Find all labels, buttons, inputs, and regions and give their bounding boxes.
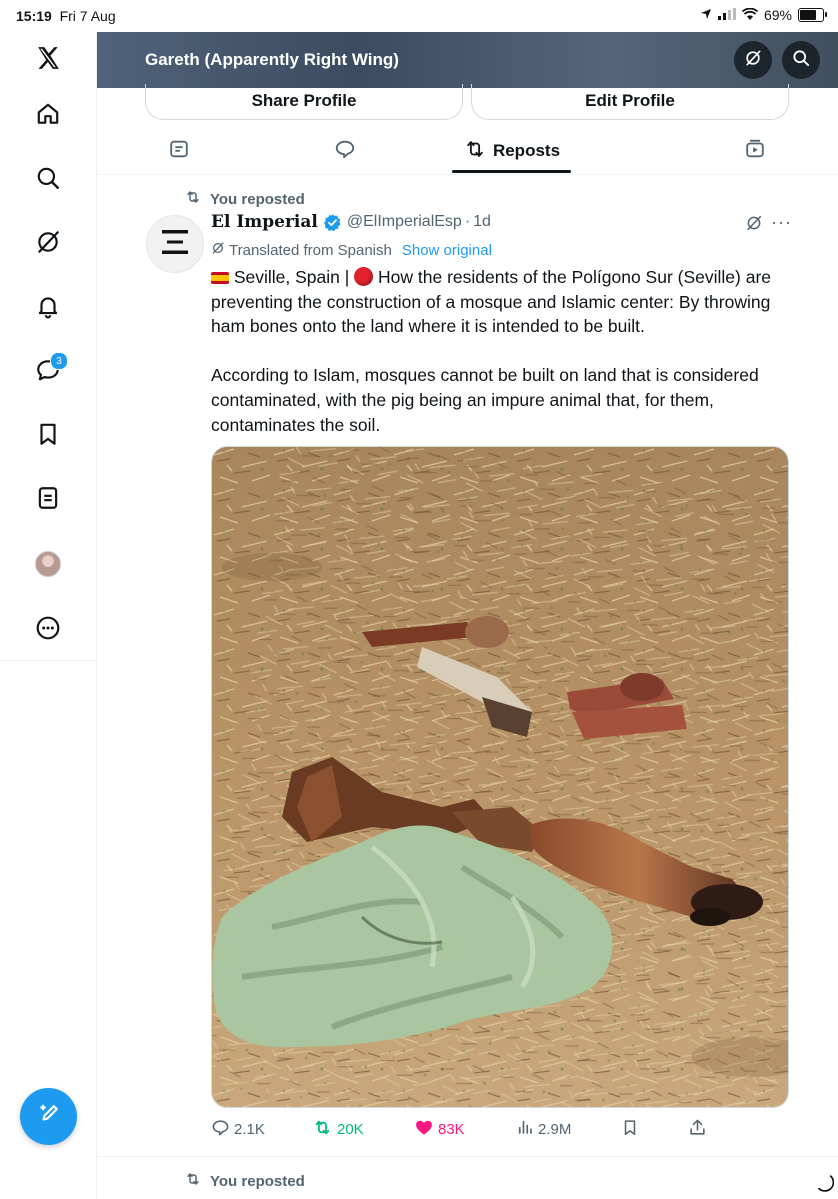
x-logo-icon[interactable]	[32, 42, 64, 74]
home-icon[interactable]	[32, 98, 64, 130]
profile-header: Gareth (Apparently Right Wing)	[97, 32, 838, 88]
share-icon	[688, 1118, 707, 1141]
bookmark-icon	[621, 1118, 639, 1141]
wifi-icon	[741, 7, 759, 23]
repost-label: You reposted	[210, 190, 305, 208]
grok-icon[interactable]	[32, 226, 64, 258]
like-count: 83K	[438, 1121, 465, 1138]
verified-icon	[323, 213, 342, 232]
tab-posts[interactable]	[157, 128, 201, 174]
reply-icon	[211, 1118, 230, 1141]
post-author[interactable]: El Imperial @ElImperialEsp · 1d	[211, 212, 491, 232]
replies-icon	[334, 138, 356, 165]
post-image[interactable]	[211, 446, 789, 1108]
search-icon	[791, 48, 811, 73]
grok-explain-icon[interactable]	[745, 214, 763, 237]
status-bar: 15:19 Fri 7 Aug 69%	[0, 0, 838, 32]
posts-icon	[168, 138, 190, 165]
battery-icon	[798, 8, 827, 22]
spain-flag-icon	[211, 272, 229, 284]
like-button[interactable]: 83K	[414, 1118, 465, 1141]
repost-button[interactable]: 20K	[312, 1118, 364, 1141]
bookmarks-icon[interactable]	[32, 418, 64, 450]
active-tab-indicator	[452, 170, 571, 173]
post-time[interactable]: 1d	[473, 213, 491, 231]
edit-profile-button[interactable]: Edit Profile	[471, 84, 789, 120]
messages-badge: 3	[50, 352, 68, 370]
signal-icon	[717, 7, 736, 23]
more-icon[interactable]	[32, 612, 64, 644]
avatar	[35, 551, 61, 577]
el-imperial-logo	[160, 227, 190, 262]
author-avatar[interactable]	[146, 215, 204, 273]
lists-icon[interactable]	[32, 482, 64, 514]
share-profile-button[interactable]: Share Profile	[145, 84, 463, 120]
repost-indicator: You reposted	[184, 189, 305, 209]
media-icon	[744, 138, 766, 165]
messages-icon[interactable]: 3	[32, 352, 68, 386]
battery-percent: 69%	[763, 7, 792, 23]
loading-spinner-icon	[814, 1172, 835, 1197]
reply-count: 2.1K	[234, 1121, 265, 1138]
reply-button[interactable]: 2.1K	[211, 1118, 265, 1141]
views-count: 2.9M	[538, 1120, 572, 1138]
show-original-link[interactable]: Show original	[402, 242, 492, 259]
tab-replies[interactable]	[323, 128, 367, 174]
grok-icon	[743, 48, 763, 73]
search-icon[interactable]	[32, 162, 64, 194]
dot-separator: ·	[464, 213, 471, 230]
repost-icon	[184, 1171, 202, 1191]
tab-reposts-label: Reposts	[492, 141, 561, 160]
repost-icon	[312, 1118, 333, 1141]
tab-reposts[interactable]: Reposts	[452, 128, 571, 174]
post-text-paragraph-2: According to Islam, mosques cannot be bu…	[211, 365, 759, 435]
translation-note: Translated from Spanish Show original	[211, 241, 492, 259]
profile-name: Gareth (Apparently Right Wing)	[145, 50, 399, 69]
share-button[interactable]	[688, 1118, 707, 1141]
status-time: 15:19 Fri 7 Aug	[16, 8, 116, 24]
repost-count: 20K	[337, 1121, 364, 1138]
post-actions: 2.1K 20K 83K 2.9M	[211, 1118, 711, 1142]
left-nav: 3	[0, 32, 97, 1199]
bookmark-button[interactable]	[621, 1118, 639, 1141]
views-icon	[516, 1118, 534, 1140]
search-button[interactable]	[782, 41, 820, 79]
profile-avatar[interactable]	[32, 548, 64, 580]
nav-divider	[0, 660, 96, 661]
grok-translate-icon	[211, 241, 225, 259]
tab-media[interactable]	[733, 128, 777, 174]
translated-label: Translated from Spanish	[229, 241, 392, 259]
profile-tabs: Reposts	[97, 128, 838, 175]
notifications-icon[interactable]	[32, 290, 64, 322]
author-handle: @ElImperialEsp	[346, 213, 462, 230]
grok-button[interactable]	[734, 41, 772, 79]
next-repost-indicator: You reposted	[184, 1171, 305, 1191]
heart-icon	[414, 1118, 434, 1141]
author-name[interactable]: El Imperial	[211, 212, 318, 232]
views-button[interactable]: 2.9M	[516, 1118, 571, 1140]
repost-icon	[184, 189, 202, 209]
compose-button[interactable]	[20, 1088, 77, 1145]
post-text-paragraph-1: Seville, Spain | How the residents of th…	[211, 267, 772, 337]
post-text: Seville, Spain | How the residents of th…	[211, 265, 801, 437]
post-more-icon[interactable]: ···	[771, 212, 792, 233]
red-circle-icon	[354, 267, 374, 286]
post-divider	[97, 1156, 838, 1157]
repost-label: You reposted	[210, 1172, 305, 1190]
compose-icon	[36, 1101, 62, 1132]
ham-bones-photo	[212, 447, 788, 1107]
repost-icon	[463, 138, 487, 165]
location-icon	[700, 7, 712, 23]
